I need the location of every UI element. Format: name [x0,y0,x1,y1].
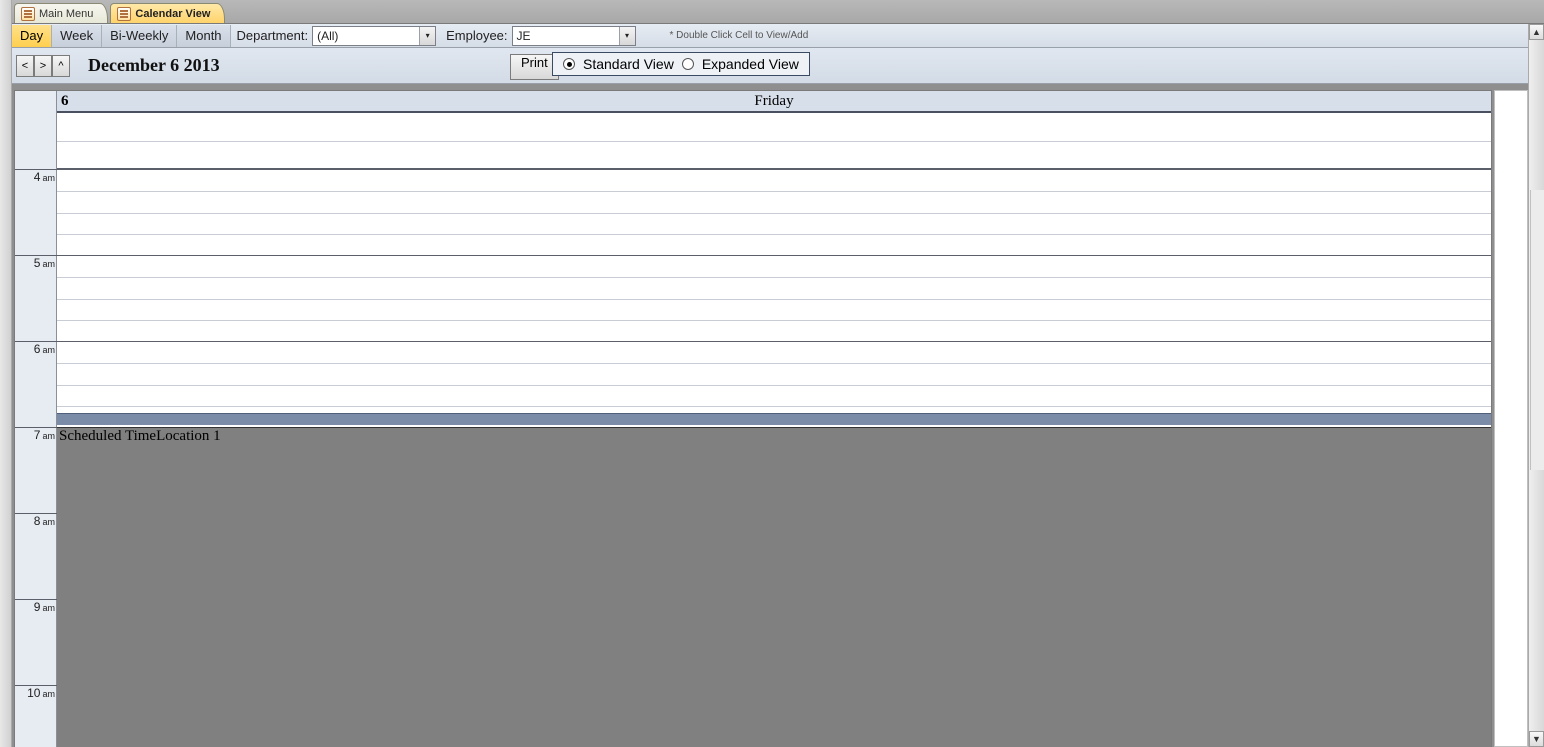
dropdown-icon[interactable]: ▾ [619,27,635,45]
nav-buttons: < > ^ [16,55,70,77]
calendar-grid[interactable]: 6 Friday 4am 5am 6am 7am 8am 9am 10am Schedule… [14,90,1492,747]
dropdown-icon[interactable]: ▾ [419,27,435,45]
employee-label: Employee: [446,28,507,43]
hour-row[interactable]: 5am [15,255,1491,341]
hour-label: 5am [15,256,55,270]
view-tab-biweekly[interactable]: Bi-Weekly [102,25,177,47]
department-label: Department: [237,28,309,43]
tab-main-menu[interactable]: Main Menu [14,3,108,23]
chevron-right-icon: > [40,60,46,72]
day-number: 6 [61,93,69,110]
view-tab-label: Day [20,28,43,43]
next-button[interactable]: > [34,55,52,77]
view-tab-label: Month [185,28,221,43]
day-name: Friday [754,93,793,110]
form-icon [21,7,35,21]
tab-label: Calendar View [135,8,210,20]
chevron-left-icon: < [22,60,28,72]
inner-scroll-column[interactable] [1494,90,1528,747]
right-side-panel [1530,190,1544,470]
scroll-up-icon[interactable]: ▲ [1529,24,1544,40]
filter-bar: Day Week Bi-Weekly Month Department: (Al… [12,24,1544,48]
employee-value: JE [513,29,619,43]
department-value: (All) [313,29,419,43]
radio-standard[interactable] [563,58,575,70]
view-tab-month[interactable]: Month [177,25,230,47]
up-button[interactable]: ^ [52,55,70,77]
hour-label: 10am [15,686,55,700]
left-ruler [0,0,12,747]
view-tab-label: Bi-Weekly [110,28,168,43]
display-mode-group: Standard View Expanded View [552,52,810,76]
radio-expanded-label: Expanded View [702,56,799,72]
hour-label: 7am [15,428,55,442]
print-label: Print [521,55,548,70]
allday-band[interactable] [57,113,1491,169]
document-area: Day Week Bi-Weekly Month Department: (Al… [0,24,1544,747]
hint-text: * Double Click Cell to View/Add [670,30,809,41]
prev-button[interactable]: < [16,55,34,77]
employee-combo[interactable]: JE ▾ [512,26,636,46]
view-tab-week[interactable]: Week [52,25,102,47]
hour-row[interactable]: 4am [15,169,1491,255]
hour-label: 8am [15,514,55,528]
scroll-down-icon[interactable]: ▼ [1529,731,1544,747]
department-combo[interactable]: (All) ▾ [312,26,436,46]
form-icon [117,7,131,21]
hour-label: 6am [15,342,55,356]
view-tab-label: Week [60,28,93,43]
date-title: December 6 2013 [88,55,220,76]
calendar-scroll-region: 6 Friday 4am 5am 6am 7am 8am 9am 10am Schedule… [12,84,1528,747]
event-text: Scheduled TimeLocation 1 [59,428,221,445]
view-tab-day[interactable]: Day [12,25,52,47]
day-header: 6 Friday [57,91,1491,113]
hour-label: 9am [15,600,55,614]
caret-up-icon: ^ [58,60,63,72]
event-header-bar [57,413,1491,425]
radio-standard-label: Standard View [583,56,674,72]
event-block[interactable]: Scheduled TimeLocation 1 [57,427,1491,747]
radio-expanded[interactable] [682,58,694,70]
tab-label: Main Menu [39,8,93,20]
hour-label: 4am [15,170,55,184]
date-row: < > ^ December 6 2013 Print Standard Vie… [12,48,1544,84]
document-tabstrip: Main Menu Calendar View [0,0,1544,24]
tab-calendar-view[interactable]: Calendar View [110,3,225,23]
